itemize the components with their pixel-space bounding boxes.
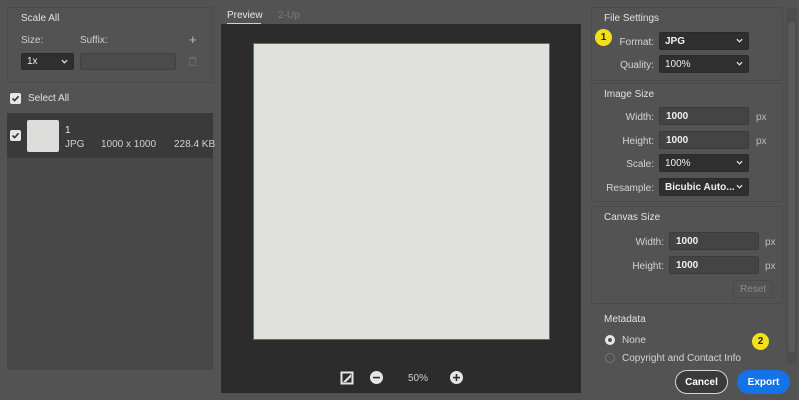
quality-select[interactable]: 100% — [659, 55, 749, 73]
canvas-width-unit: px — [765, 237, 776, 248]
annotation-badge-2: 2 — [752, 333, 769, 350]
suffix-label: Suffix: — [80, 35, 108, 46]
asset-format: JPG — [65, 139, 85, 150]
cancel-button[interactable]: Cancel — [675, 370, 728, 394]
checkmark-icon — [11, 132, 20, 139]
chevron-down-icon — [736, 38, 743, 43]
chevron-down-icon — [736, 160, 743, 165]
scale-all-title: Scale All — [21, 13, 60, 24]
metadata-none-label: None — [622, 335, 646, 346]
chevron-down-icon — [736, 61, 743, 66]
chevron-down-icon — [61, 59, 68, 64]
fit-to-screen-icon[interactable] — [340, 371, 354, 385]
format-select[interactable]: JPG — [659, 32, 749, 50]
canvas-width-input[interactable]: 1000 — [669, 232, 759, 250]
scale-select[interactable]: 100% — [659, 154, 749, 172]
canvas-height-unit: px — [765, 261, 776, 272]
image-width-label: Width: — [625, 112, 654, 123]
resample-select[interactable]: Bicubic Auto... — [659, 178, 749, 196]
format-label: Format: — [619, 37, 654, 48]
trash-icon[interactable] — [188, 56, 197, 66]
scrollbar-thumb[interactable] — [788, 22, 795, 352]
metadata-copyright-radio[interactable] — [605, 353, 615, 363]
select-all-label: Select All — [28, 93, 70, 104]
scale-label: Scale: — [626, 159, 654, 170]
image-height-unit: px — [756, 136, 767, 147]
image-width-input[interactable]: 1000 — [659, 107, 749, 125]
canvas-height-label: Height: — [632, 261, 664, 272]
asset-thumbnail — [27, 120, 59, 152]
checkmark-icon — [11, 95, 20, 102]
format-select-value: JPG — [665, 35, 686, 47]
image-size-title: Image Size — [604, 89, 655, 100]
export-button[interactable]: Export — [737, 370, 790, 394]
zoom-out-icon[interactable] — [370, 371, 383, 384]
size-select-value: 1x — [27, 56, 38, 67]
tab-2-up[interactable]: 2-Up — [278, 10, 300, 21]
canvas-height-input[interactable]: 1000 — [669, 256, 759, 274]
quality-label: Quality: — [620, 60, 654, 71]
file-settings-title: File Settings — [604, 13, 660, 24]
asset-name: 1 — [65, 125, 71, 136]
resample-label: Resample: — [606, 183, 654, 194]
tab-preview[interactable]: Preview — [227, 10, 263, 21]
zoom-in-icon[interactable] — [450, 371, 463, 384]
image-width-unit: px — [756, 112, 767, 123]
metadata-none-radio[interactable] — [605, 335, 615, 345]
chevron-down-icon — [736, 184, 743, 189]
image-height-label: Height: — [622, 136, 654, 147]
asset-checkbox[interactable] — [10, 130, 21, 141]
asset-file-size: 228.4 KB — [174, 139, 216, 150]
image-height-input[interactable]: 1000 — [659, 131, 749, 149]
add-scale-icon[interactable]: + — [189, 32, 197, 47]
size-label: Size: — [21, 35, 44, 46]
zoom-level: 50% — [408, 373, 429, 384]
size-select[interactable]: 1x — [21, 53, 74, 70]
metadata-copyright-label: Copyright and Contact Info — [622, 353, 741, 364]
preview-image — [253, 43, 550, 340]
metadata-title: Metadata — [604, 314, 646, 325]
resample-select-value: Bicubic Auto... — [665, 181, 735, 193]
select-all-checkbox[interactable] — [10, 93, 21, 104]
scale-select-value: 100% — [665, 157, 691, 169]
canvas-width-label: Width: — [635, 237, 664, 248]
suffix-input[interactable] — [80, 53, 176, 70]
canvas-size-title: Canvas Size — [604, 212, 661, 223]
asset-dimensions: 1000 x 1000 — [101, 139, 157, 150]
quality-select-value: 100% — [665, 58, 691, 70]
reset-button[interactable]: Reset — [733, 280, 773, 298]
